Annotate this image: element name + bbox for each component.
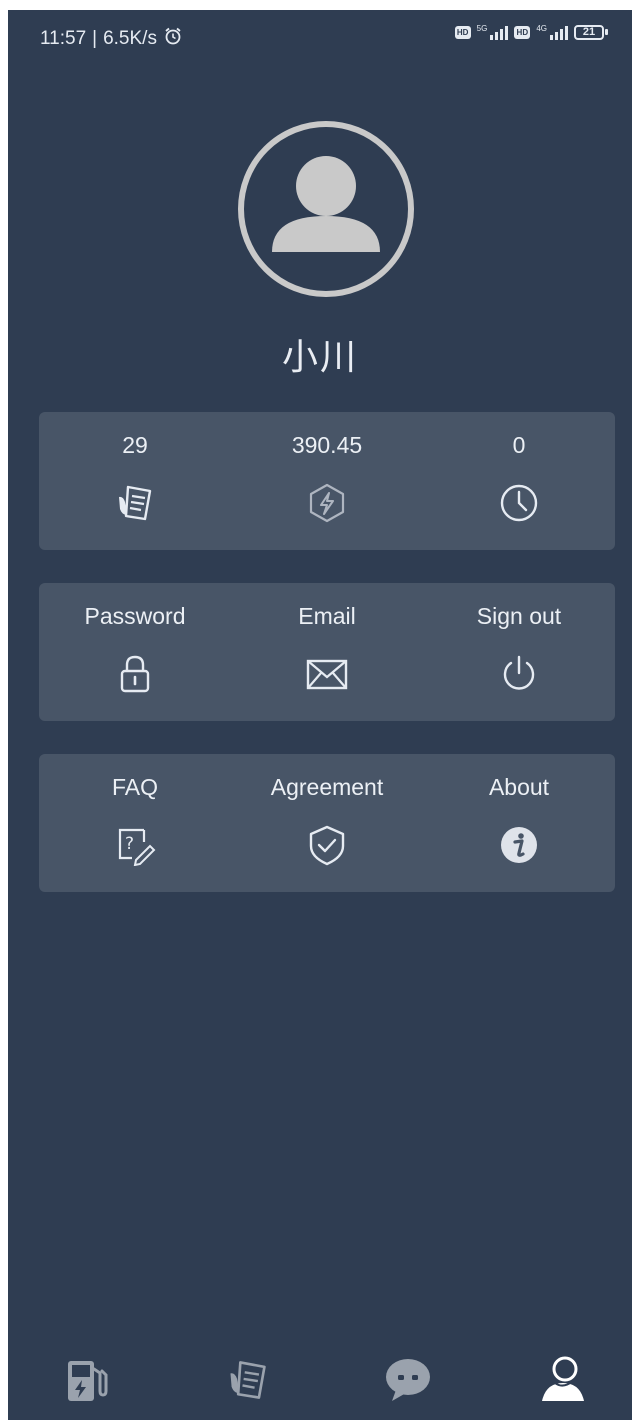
info-actions-card: FAQ ? Agreement About <box>39 754 615 892</box>
agreement-button[interactable]: Agreement <box>231 754 423 892</box>
alarm-icon <box>163 26 183 52</box>
network-type-1: 5G <box>476 24 488 33</box>
orders-tab-icon <box>230 1361 266 1399</box>
status-speed: 6.5K/s <box>103 28 157 49</box>
about-label: About <box>488 774 550 800</box>
hd-badge-1: HD <box>454 25 471 39</box>
password-button[interactable]: Password <box>39 583 231 721</box>
avatar-user-icon <box>238 121 414 297</box>
envelope-icon <box>304 651 350 697</box>
tab-orders[interactable] <box>218 1350 278 1410</box>
svg-text:?: ? <box>125 834 134 854</box>
signal-icon-1: 5G <box>477 24 509 40</box>
tab-profile[interactable] <box>533 1350 593 1410</box>
account-actions-card: Password Email Sign out <box>39 583 615 721</box>
sign-out-button[interactable]: Sign out <box>423 583 615 721</box>
user-icon <box>542 1356 584 1401</box>
faq-label: FAQ <box>111 774 158 800</box>
network-type-2: 4G <box>536 24 547 33</box>
email-button[interactable]: Email <box>231 583 423 721</box>
shield-check-icon <box>304 822 350 868</box>
password-label: Password <box>84 603 186 629</box>
status-divider: | <box>92 28 98 49</box>
sign-out-label: Sign out <box>476 603 562 629</box>
email-label: Email <box>298 603 356 629</box>
battery-level: 21 <box>574 24 604 40</box>
tab-messages[interactable] <box>378 1350 438 1410</box>
battery-icon: 21 <box>574 24 608 40</box>
info-icon <box>496 822 542 868</box>
faq-button[interactable]: FAQ ? <box>39 754 231 892</box>
avatar[interactable] <box>237 120 415 298</box>
profile-screen: 11:57 | 6.5K/s HD 5G HD 4G 21 小川 29 390.… <box>8 10 632 1420</box>
status-left: 11:57 | 6.5K/s <box>40 26 183 52</box>
clock-icon <box>496 480 542 526</box>
stat-time[interactable]: 0 <box>423 412 615 550</box>
stat-orders[interactable]: 29 <box>39 412 231 550</box>
chat-bubble-icon <box>386 1359 430 1401</box>
bottom-tab-bar <box>8 1340 632 1420</box>
stat-energy-value: 390.45 <box>291 432 363 458</box>
charging-station-icon <box>68 1361 108 1401</box>
faq-icon: ? <box>112 822 158 868</box>
about-button[interactable]: About <box>423 754 615 892</box>
tab-charging-station[interactable] <box>55 1350 115 1410</box>
power-icon <box>496 651 542 697</box>
signal-icon-2: 4G <box>536 24 568 40</box>
status-time: 11:57 <box>40 28 87 49</box>
agreement-label: Agreement <box>270 774 384 800</box>
status-right: HD 5G HD 4G 21 <box>454 24 608 40</box>
status-bar: 11:57 | 6.5K/s HD 5G HD 4G 21 <box>8 10 632 60</box>
hd-badge-2: HD <box>514 25 531 39</box>
energy-icon <box>304 480 350 526</box>
stat-energy[interactable]: 390.45 <box>231 412 423 550</box>
username: 小川 <box>281 337 358 378</box>
orders-icon <box>112 480 158 526</box>
stat-orders-value: 29 <box>122 432 148 458</box>
stat-time-value: 0 <box>512 432 526 458</box>
stats-card: 29 390.45 0 <box>39 412 615 550</box>
lock-icon <box>112 651 158 697</box>
